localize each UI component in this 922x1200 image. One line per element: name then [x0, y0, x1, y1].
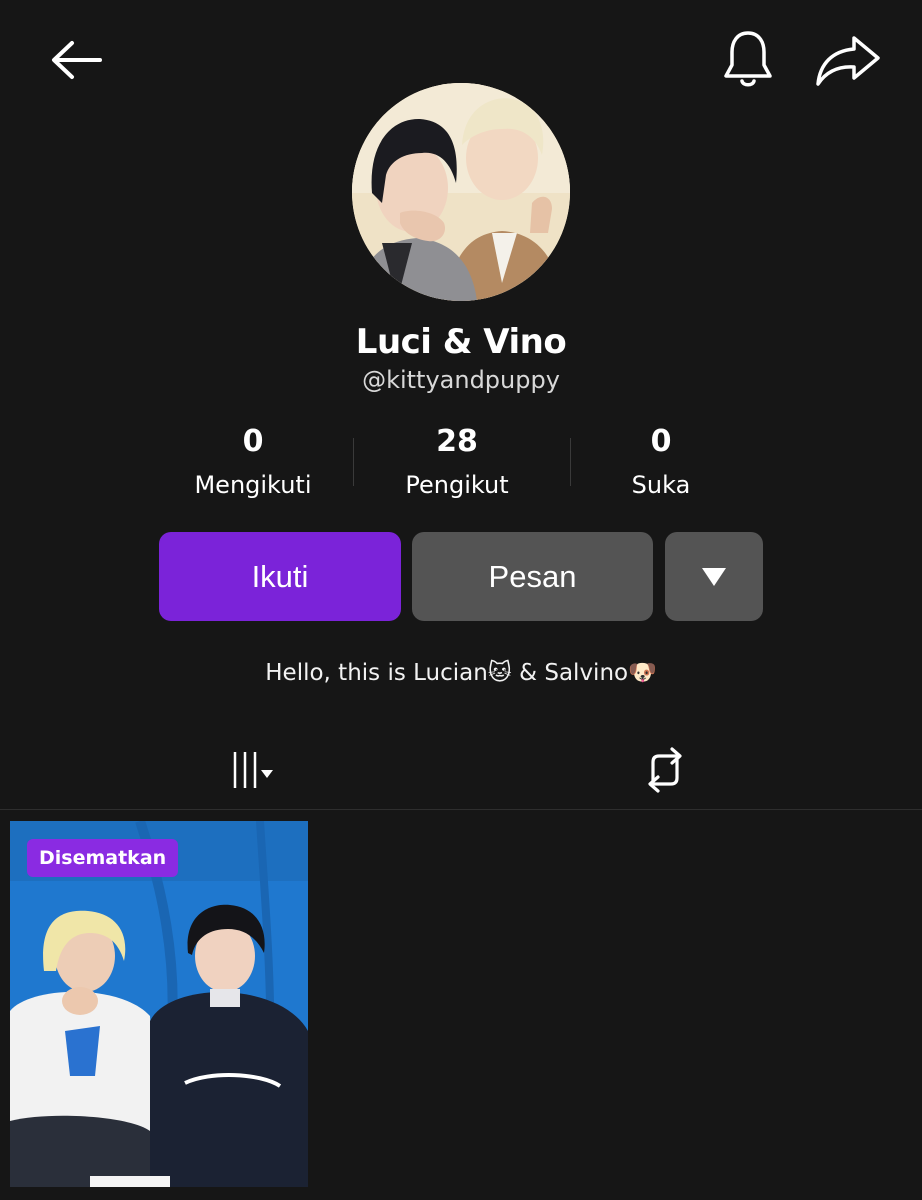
stat-likes[interactable]: 0 Suka [551, 424, 771, 500]
share-arrow-icon [816, 36, 880, 86]
profile-avatar[interactable] [352, 83, 570, 301]
share-button[interactable] [808, 28, 888, 92]
message-button[interactable]: Pesan [412, 532, 653, 621]
tab-reposts[interactable] [620, 740, 710, 800]
username: @kittyandpuppy [362, 366, 560, 394]
avatar-photo [352, 83, 570, 301]
tab-divider [0, 809, 922, 810]
arrow-left-icon [52, 41, 102, 79]
bell-icon [724, 31, 772, 87]
pinned-badge: Disematkan [27, 839, 179, 877]
followers-label: Pengikut [405, 471, 509, 499]
video-tile[interactable]: Disematkan [10, 821, 308, 1187]
repost-icon [648, 747, 682, 793]
notification-button[interactable] [716, 26, 780, 94]
stat-followers[interactable]: 28 Pengikut [347, 424, 567, 500]
followers-count: 28 [436, 424, 478, 459]
display-name: Luci & Vino [355, 322, 567, 362]
grid-bars-icon [233, 752, 273, 788]
likes-count: 0 [650, 424, 672, 459]
profile-bio: Hello, this is Lucian🐱 & Salvino🐶 [265, 660, 657, 686]
tab-videos[interactable] [210, 740, 300, 800]
stat-following[interactable]: 0 Mengikuti [143, 424, 363, 500]
following-count: 0 [242, 424, 264, 459]
likes-label: Suka [631, 471, 691, 499]
more-options-button[interactable] [665, 532, 763, 621]
follow-button[interactable]: Ikuti [159, 532, 401, 621]
profile-page: Luci & Vino @kittyandpuppy 0 Mengikuti 2… [0, 0, 922, 1200]
back-button[interactable] [44, 32, 108, 88]
following-label: Mengikuti [194, 471, 312, 499]
triangle-down-icon [702, 567, 726, 586]
